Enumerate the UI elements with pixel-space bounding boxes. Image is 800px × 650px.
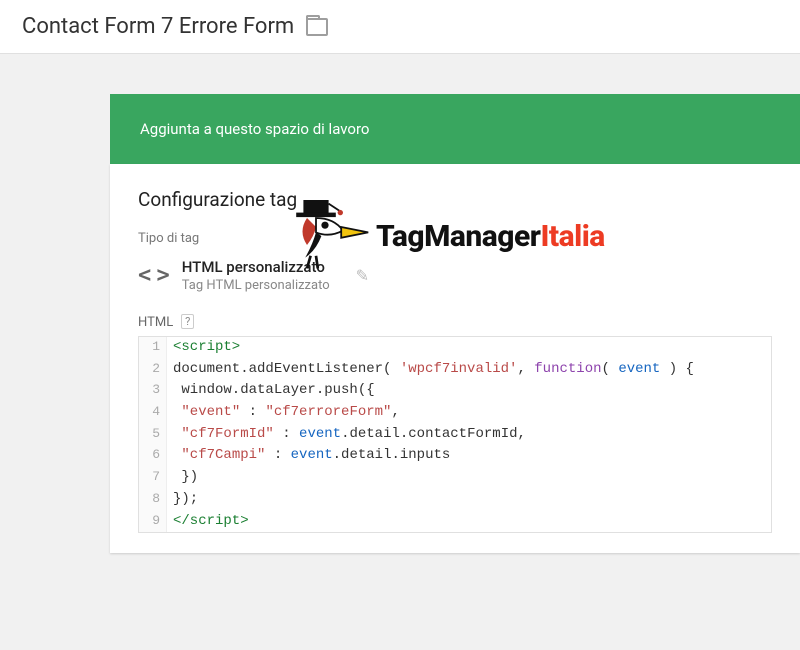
tag-type-desc: Tag HTML personalizzato — [182, 278, 330, 293]
edit-icon[interactable]: ✎ — [356, 266, 369, 285]
html-field-label: HTML — [138, 315, 173, 330]
banner-text: Aggiunta a questo spazio di lavoro — [140, 120, 369, 138]
html-editor-section: HTML ? 1<script> 2document.addEventListe… — [110, 293, 800, 533]
tag-type-section: Tipo di tag < > HTML personalizzato Tag … — [110, 231, 800, 293]
folder-icon[interactable] — [306, 18, 328, 36]
tag-type-row[interactable]: < > HTML personalizzato Tag HTML persona… — [138, 258, 772, 293]
card-title: Configurazione tag — [110, 164, 800, 231]
workspace-area: Aggiunta a questo spazio di lavoro Confi… — [0, 94, 800, 553]
code-brackets-icon: < > — [138, 263, 166, 288]
page-title: Contact Form 7 Errore Form — [22, 14, 294, 39]
tag-type-label: Tipo di tag — [138, 231, 772, 246]
workspace-banner: Aggiunta a questo spazio di lavoro — [110, 94, 800, 164]
tag-type-name: HTML personalizzato — [182, 258, 330, 276]
page-header: Contact Form 7 Errore Form — [0, 0, 800, 54]
tag-config-card: Configurazione tag Tipo di tag < > HTML … — [110, 164, 800, 553]
help-icon[interactable]: ? — [181, 314, 194, 329]
code-editor[interactable]: 1<script> 2document.addEventListener( 'w… — [138, 336, 772, 533]
